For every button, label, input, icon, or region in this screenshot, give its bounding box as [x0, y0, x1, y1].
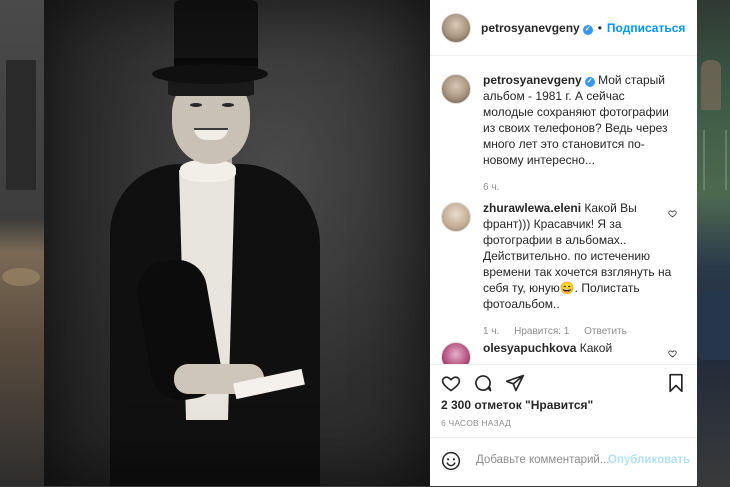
comment-like-heart-icon[interactable] — [668, 209, 677, 218]
comment-text: Какой Вы франт))) Красавчик! Я за фотогр… — [483, 201, 672, 311]
background-photo — [2, 268, 40, 286]
emoji-icon[interactable] — [441, 451, 461, 471]
author-username[interactable]: petrosyanevgeny ✓ — [481, 21, 593, 35]
background-feed-left — [0, 0, 44, 486]
background-photo — [701, 60, 721, 110]
comment-like-heart-icon[interactable] — [668, 349, 677, 358]
caption-text: Мой старый альбом - 1981 г. А сейчас мол… — [483, 73, 669, 167]
post-photo[interactable] — [44, 0, 430, 486]
comments-list[interactable]: petrosyanevgeny ✓ Мой старый альбом - 198… — [430, 56, 697, 364]
author-avatar[interactable] — [441, 74, 471, 104]
background-photo — [703, 130, 727, 190]
author-avatar[interactable] — [441, 12, 471, 43]
heart-icon[interactable] — [441, 373, 461, 393]
send-icon[interactable] — [505, 373, 525, 393]
caption-meta: 6 ч. — [483, 180, 673, 196]
post-time[interactable]: 6 ЧАСОВ НАЗАД — [441, 418, 511, 428]
post-side-panel: petrosyanevgeny ✓ • Подписаться petrosyan… — [430, 0, 697, 486]
verified-badge-icon: ✓ — [582, 24, 593, 35]
caption: petrosyanevgeny ✓ Мой старый альбом - 198… — [441, 72, 673, 196]
likes-count[interactable]: 2 300 отметок "Нравится" — [441, 398, 593, 412]
commenter-username[interactable]: olesyapuchkova — [483, 341, 576, 355]
commenter-username[interactable]: zhurawlewa.eleni — [483, 201, 581, 215]
verified-badge-icon: ✓ — [584, 77, 595, 87]
commenter-avatar[interactable] — [441, 202, 471, 232]
add-comment-bar: Опубликовать — [430, 437, 697, 487]
comment-likes[interactable]: Нравится: 1 — [514, 326, 569, 337]
comment-item: zhurawlewa.eleni Какой Вы франт))) Краса… — [441, 200, 673, 340]
comment-item: olesyapuchkova Какой — [441, 340, 673, 364]
background-feed-right — [697, 0, 730, 486]
post-header: petrosyanevgeny ✓ • Подписаться — [430, 0, 697, 56]
background-photo — [697, 290, 730, 360]
separator-dot: • — [597, 20, 602, 35]
follow-button[interactable]: Подписаться — [607, 21, 685, 35]
background-photo — [6, 60, 36, 190]
comment-meta: 1 ч. Нравится: 1 Ответить — [483, 324, 673, 340]
bookmark-icon[interactable] — [666, 373, 686, 393]
caption-time: 6 ч. — [483, 182, 500, 193]
caption-username[interactable]: petrosyanevgeny ✓ — [483, 73, 595, 87]
comment-icon[interactable] — [473, 373, 493, 393]
comment-text: Какой — [579, 341, 613, 355]
reply-button[interactable]: Ответить — [584, 326, 627, 337]
comment-time: 1 ч. — [483, 326, 500, 337]
action-bar — [430, 364, 697, 397]
commenter-avatar[interactable] — [441, 342, 471, 364]
publish-button[interactable]: Опубликовать — [608, 454, 690, 466]
